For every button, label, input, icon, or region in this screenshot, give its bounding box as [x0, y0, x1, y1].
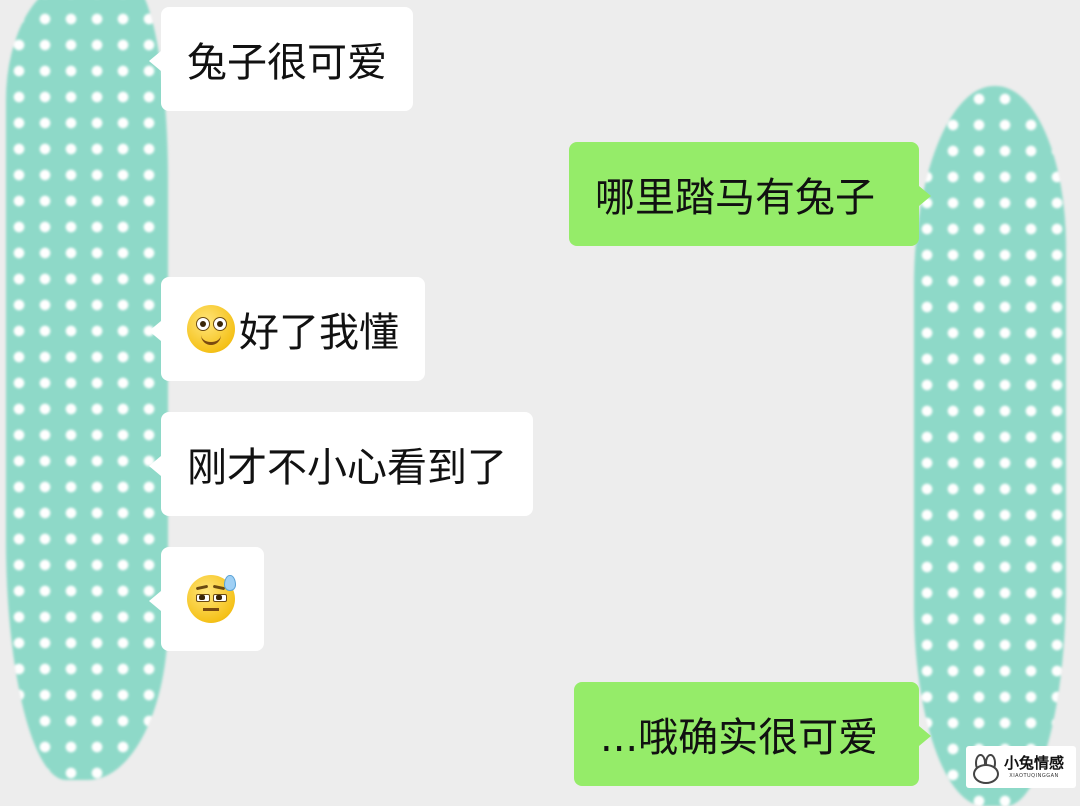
watermark: 小兔情感 XIAOTUQINGGAN — [966, 746, 1076, 788]
message-text: 兔子很可爱 — [187, 40, 387, 86]
avatar-censor-right — [914, 86, 1066, 806]
message-bubble-incoming[interactable]: 刚才不小心看到了 — [149, 412, 533, 516]
message-text: ...哦确实很可爱 — [600, 715, 879, 761]
message-bubble-outgoing[interactable]: 哪里踏马有兔子 — [569, 142, 931, 246]
message-text: 好了我懂 — [239, 310, 399, 356]
sweat-emoji-icon — [187, 575, 236, 623]
message-bubble-incoming[interactable]: 好了我懂 — [149, 277, 425, 381]
message-bubble-incoming[interactable] — [149, 547, 264, 651]
message-text: 哪里踏马有兔子 — [595, 175, 875, 221]
message-text: 刚才不小心看到了 — [187, 445, 507, 491]
message-bubble-outgoing[interactable]: ...哦确实很可爱 — [574, 682, 931, 786]
avatar-censor-left — [6, 0, 168, 780]
message-bubble-incoming[interactable]: 兔子很可爱 — [149, 7, 413, 111]
smile-emoji-icon — [187, 305, 235, 353]
watermark-title: 小兔情感 — [1004, 754, 1065, 772]
rabbit-icon — [970, 752, 1000, 784]
watermark-subtitle: XIAOTUQINGGAN — [1009, 773, 1059, 779]
